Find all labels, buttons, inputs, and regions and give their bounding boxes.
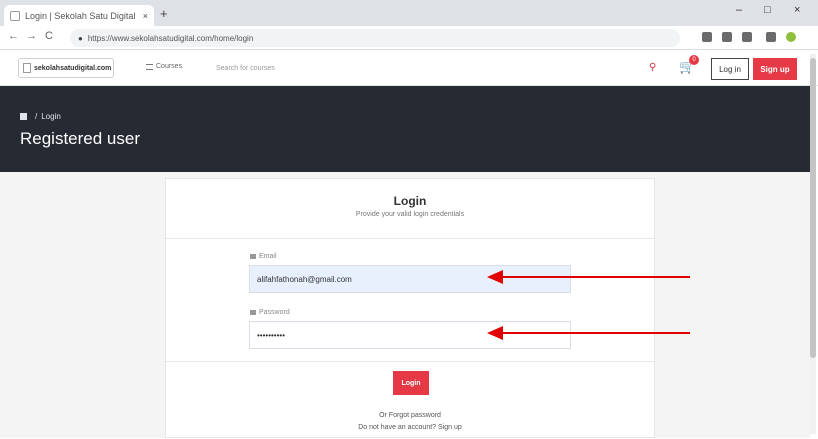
annotation-arrows — [487, 270, 690, 340]
email-annotation-arrow-icon — [487, 270, 690, 284]
password-annotation-arrow-icon — [487, 326, 690, 340]
